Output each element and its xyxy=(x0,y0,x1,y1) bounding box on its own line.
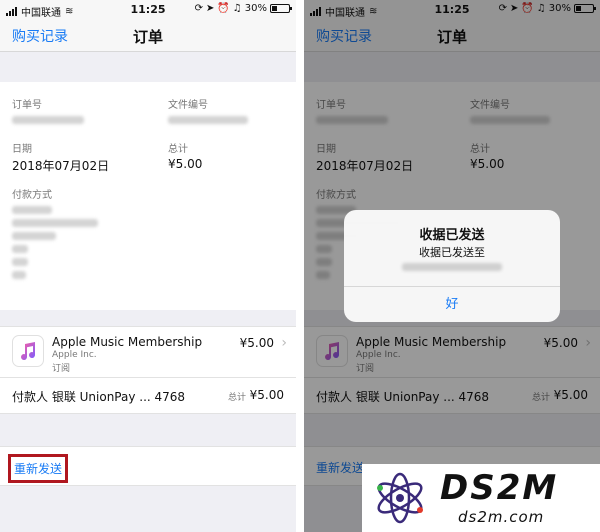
payment-total-label: 总计 xyxy=(227,393,246,403)
status-bar: 中国联通 ≋ 11:25 ⟳ ➤ ⏰ ♫ 30% xyxy=(0,0,296,20)
payment-line-redacted xyxy=(12,258,28,266)
date-value: 2018年07月02日 xyxy=(12,159,110,173)
order-number-label: 订单号 xyxy=(12,100,42,111)
payment-line-redacted xyxy=(12,232,56,240)
total-field: 总计 ¥5.00 xyxy=(168,140,202,171)
watermark-main-text: DS2M xyxy=(440,468,559,508)
document-number-field: 文件编号 xyxy=(168,96,288,124)
document-number-label: 文件编号 xyxy=(168,100,208,111)
panel-divider xyxy=(296,0,304,532)
watermark: DS2M ds2m.com xyxy=(362,464,600,532)
alert-title: 收据已发送 xyxy=(419,228,485,243)
payment-summary-row: 付款人 银联 UnionPay ... 4768 总计 ¥5.00 xyxy=(0,378,296,414)
payer-text: 付款人 银联 UnionPay ... 4768 xyxy=(12,390,186,404)
payment-method-label: 付款方式 xyxy=(12,190,52,201)
page-title: 订单 xyxy=(132,28,163,46)
total-value: ¥5.00 xyxy=(168,157,203,171)
payment-method-field: 付款方式 xyxy=(12,186,192,279)
lock-rotation-icon: ⟳ xyxy=(194,3,203,14)
alert-ok-button[interactable]: 好 xyxy=(344,286,560,322)
payment-line-redacted xyxy=(12,271,26,279)
receipt-screen-right: 中国联通 ≋ 11:25 ⟳ ➤ ⏰ ♫ 30% 购买记录 订单 订单号 文件编… xyxy=(304,0,600,532)
date-label: 日期 xyxy=(12,144,32,155)
watermark-sub-text: ds2m.com xyxy=(458,508,545,526)
item-name: Apple Music Membership xyxy=(52,335,203,349)
alarm-icon: ⏰ xyxy=(217,3,230,14)
item-price: ¥5.00 xyxy=(239,336,274,350)
receipt-screen-left: 中国联通 ≋ 11:25 ⟳ ➤ ⏰ ♫ 30% 购买记录 订单 订单号 文件编… xyxy=(0,0,296,532)
order-number-field: 订单号 xyxy=(12,96,152,124)
atom-logo-icon xyxy=(377,472,423,524)
order-details-card: 订单号 文件编号 日期 2018年07月02日 总计 ¥5.00 付款方式 xyxy=(0,82,296,310)
nav-bar: 购买记录 订单 xyxy=(0,20,296,52)
location-icon: ➤ xyxy=(205,3,215,14)
receipt-sent-alert: 收据已发送 收据已发送至 好 xyxy=(344,210,560,322)
music-app-icon xyxy=(12,335,44,367)
chevron-right-icon: › xyxy=(281,335,287,351)
headphones-icon: ♫ xyxy=(232,3,242,14)
battery-icon xyxy=(270,4,292,13)
resend-row: 重新发送 xyxy=(0,446,296,486)
order-number-redacted xyxy=(12,116,84,124)
item-type: 订阅 xyxy=(52,364,71,374)
payment-line-redacted xyxy=(12,219,98,227)
payment-line-redacted xyxy=(12,206,52,214)
date-field: 日期 2018年07月02日 xyxy=(12,140,109,174)
alert-message: 收据已发送至 xyxy=(419,246,485,259)
resend-button[interactable]: 重新发送 xyxy=(8,454,69,483)
document-number-redacted xyxy=(168,116,248,124)
payment-total-value: ¥5.00 xyxy=(249,388,284,402)
total-label: 总计 xyxy=(168,144,188,155)
item-vendor: Apple Inc. xyxy=(52,350,97,360)
alert-email-redacted xyxy=(402,263,502,271)
payment-line-redacted xyxy=(12,245,28,253)
purchase-item-row[interactable]: Apple Music Membership Apple Inc. 订阅 ¥5.… xyxy=(0,326,296,378)
battery-percent: 30% xyxy=(244,3,267,14)
